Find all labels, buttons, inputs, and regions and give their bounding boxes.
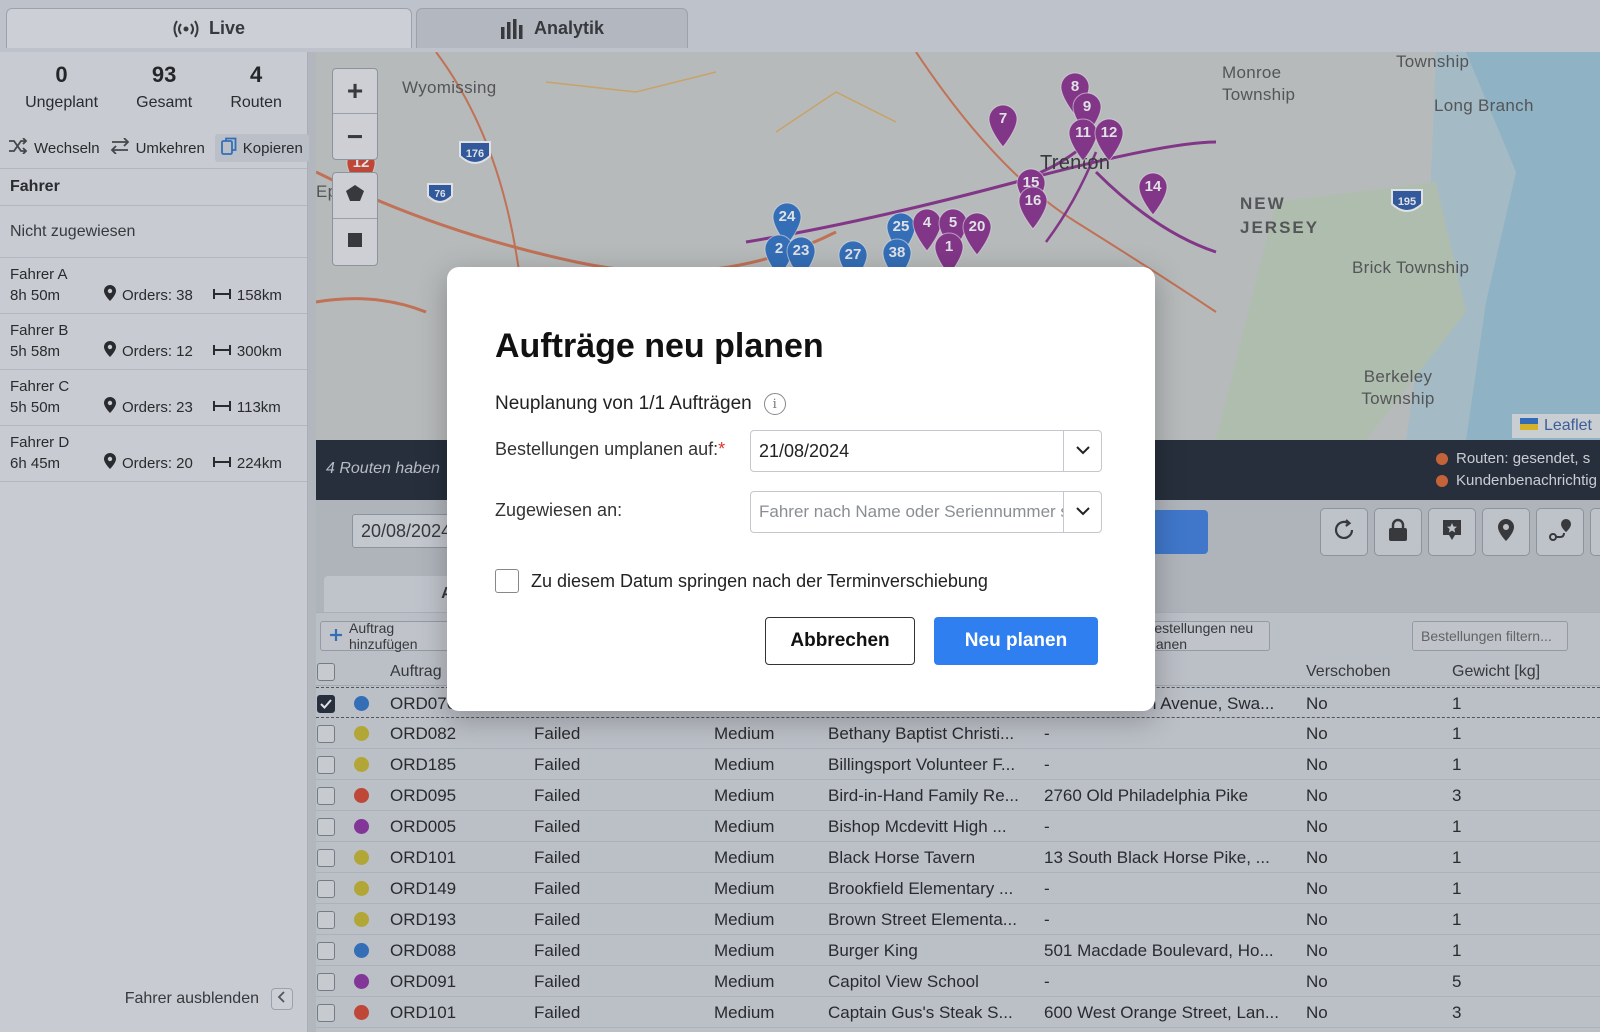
dropdown-toggle[interactable]: [1063, 492, 1101, 532]
dropdown-toggle[interactable]: [1063, 431, 1101, 471]
jump-to-date-option[interactable]: Zu diesem Datum springen nach der Termin…: [495, 569, 988, 593]
reschedule-date-value: 21/08/2024: [759, 440, 850, 461]
required-mark: *: [718, 439, 726, 459]
reschedule-label-text: Bestellungen umplanen auf:: [495, 439, 719, 459]
driver-search-input[interactable]: [751, 502, 1063, 522]
replan-dialog: Aufträge neu planen Neuplanung von 1/1 A…: [447, 267, 1155, 711]
reschedule-label: Bestellungen umplanen auf:*: [495, 439, 725, 460]
replan-button[interactable]: Neu planen: [934, 617, 1098, 665]
assigned-label: Zugewiesen an:: [495, 500, 623, 520]
jump-to-date-label: Zu diesem Datum springen nach der Termin…: [531, 570, 988, 591]
jump-to-date-checkbox[interactable]: [495, 569, 519, 593]
dialog-subtitle: Neuplanung von 1/1 Aufträgen i: [495, 393, 786, 415]
assign-driver-select[interactable]: [750, 491, 1102, 533]
info-icon[interactable]: i: [763, 393, 786, 415]
cancel-button[interactable]: Abbrechen: [765, 617, 915, 665]
reschedule-date-select[interactable]: 21/08/2024: [750, 430, 1102, 472]
dialog-title: Aufträge neu planen: [495, 327, 824, 365]
chevron-down-icon: [1075, 503, 1090, 521]
chevron-down-icon: [1075, 442, 1090, 460]
dialog-subtitle-text: Neuplanung von 1/1 Aufträgen: [495, 393, 752, 414]
